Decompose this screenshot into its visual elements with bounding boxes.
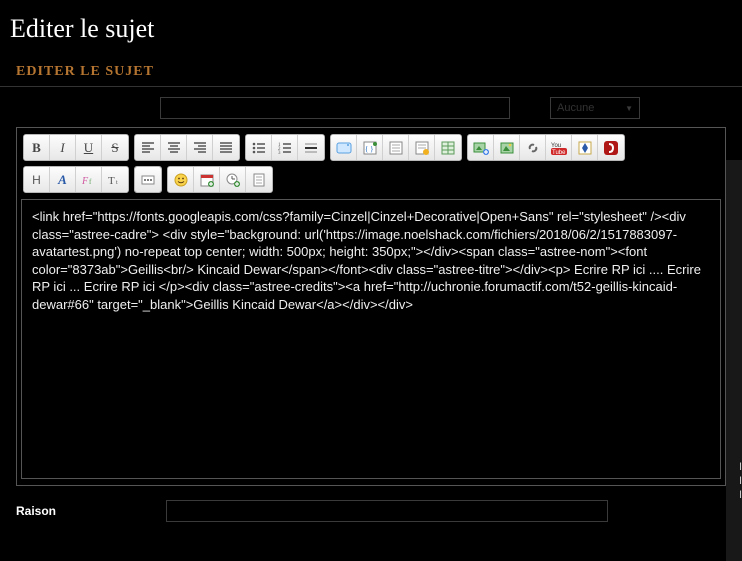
subject-input[interactable]	[160, 97, 510, 119]
group-extras	[167, 166, 273, 193]
reason-label: Raison	[16, 504, 156, 518]
link-button[interactable]	[520, 135, 546, 160]
italic-button[interactable]: I	[50, 135, 76, 160]
date-button[interactable]	[194, 167, 220, 192]
bold-button[interactable]: B	[24, 135, 50, 160]
dailymotion-button[interactable]	[572, 135, 598, 160]
youtube-button[interactable]: YouTube	[546, 135, 572, 160]
svg-text:T: T	[108, 175, 115, 187]
topic-icon-select[interactable]: Aucune ▼	[550, 97, 640, 119]
insert-image-button[interactable]	[494, 135, 520, 160]
font-color-button[interactable]: A	[50, 167, 76, 192]
group-media: YouTube	[467, 134, 625, 161]
more-button[interactable]	[135, 167, 161, 192]
page-title: Editer le sujet	[0, 0, 742, 56]
group-list: 123	[245, 134, 325, 161]
align-center-button[interactable]	[161, 135, 187, 160]
table-button[interactable]	[435, 135, 461, 160]
select-value: Aucune	[557, 102, 594, 114]
section-title: EDITER LE SUJET	[0, 56, 742, 86]
reason-row: Raison	[0, 486, 742, 522]
group-text-style: B I U S	[23, 134, 129, 161]
divider	[0, 86, 742, 87]
paste-word-button[interactable]	[246, 167, 272, 192]
editor-panel: B I U S 123 { } YouTube	[16, 127, 726, 486]
code-button[interactable]: { }	[357, 135, 383, 160]
underline-button[interactable]: U	[76, 135, 102, 160]
reason-input[interactable]	[166, 500, 608, 522]
list-ul-button[interactable]	[246, 135, 272, 160]
emoji-button[interactable]	[168, 167, 194, 192]
strike-button[interactable]: S	[102, 135, 128, 160]
host-image-button[interactable]	[468, 135, 494, 160]
subject-row: Aucune ▼	[0, 97, 742, 127]
quote-button[interactable]	[331, 135, 357, 160]
svg-text:{ }: { }	[365, 145, 373, 153]
list-ol-button[interactable]: 123	[272, 135, 298, 160]
hidden-button[interactable]	[409, 135, 435, 160]
font-family-button[interactable]: Ff	[76, 167, 102, 192]
svg-text:f: f	[89, 178, 92, 186]
editor-textarea[interactable]: <link href="https://fonts.googleapis.com…	[21, 199, 721, 479]
align-right-button[interactable]	[187, 135, 213, 160]
time-button[interactable]	[220, 167, 246, 192]
group-align	[134, 134, 240, 161]
group-other	[134, 166, 162, 193]
svg-text:3: 3	[278, 151, 281, 156]
chevron-down-icon: ▼	[625, 104, 633, 113]
flash-button[interactable]	[598, 135, 624, 160]
align-justify-button[interactable]	[213, 135, 239, 160]
align-left-button[interactable]	[135, 135, 161, 160]
svg-text:t: t	[116, 180, 118, 186]
group-insert-block: { }	[330, 134, 462, 161]
svg-text:F: F	[81, 176, 89, 187]
hr-button[interactable]	[298, 135, 324, 160]
font-size-button[interactable]: Tt	[102, 167, 128, 192]
svg-text:Tube: Tube	[552, 150, 566, 156]
editor-toolbar: B I U S 123 { } YouTube	[21, 132, 721, 195]
spoiler-button[interactable]	[383, 135, 409, 160]
group-font: H A Ff Tt	[23, 166, 129, 193]
switch-mode-button[interactable]: H	[24, 167, 50, 192]
